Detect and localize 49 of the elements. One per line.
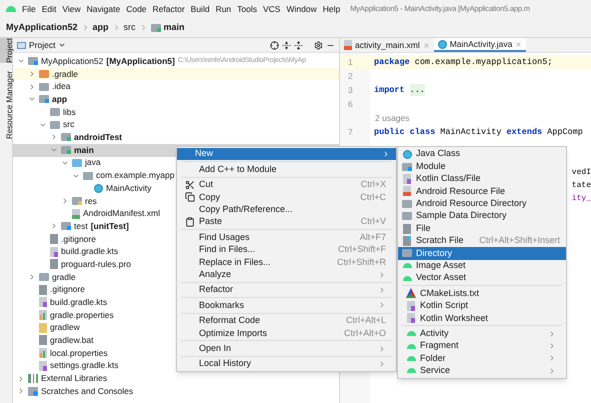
tree-item-label: Scratches and Consoles bbox=[41, 384, 134, 398]
code-line: package com.example.myapplication5; bbox=[373, 56, 552, 68]
tree-item-label: gradlew.bat bbox=[50, 334, 94, 347]
tree-item-label: proguard-rules.pro bbox=[61, 258, 131, 271]
shortcut-label: Ctrl+Alt+L bbox=[346, 314, 386, 328]
shortcut-label: Ctrl+Shift+R bbox=[336, 256, 386, 269]
code-fragment: tate bbox=[572, 180, 591, 192]
code-fragment: vedI bbox=[572, 167, 591, 179]
shortcut-label: Ctrl+Alt+O bbox=[344, 326, 386, 340]
tree-item-label: .gradle bbox=[52, 68, 78, 80]
tree-item-label: gradle.properties bbox=[50, 308, 114, 322]
tree-item-label: com.example.myapp bbox=[96, 169, 174, 182]
tree-item-label: .idea bbox=[52, 80, 70, 94]
tree-item-label: build.gradle.kts bbox=[61, 245, 118, 258]
code-line: import ... bbox=[373, 84, 425, 96]
tree-item-label: local.properties bbox=[50, 346, 108, 360]
tree-item-label: app bbox=[52, 93, 68, 106]
shortcut-label: Ctrl+C bbox=[360, 190, 386, 204]
tree-item-label: .gitignore bbox=[50, 283, 85, 296]
tree-item-label: AndroidManifest.xml bbox=[83, 207, 160, 220]
tree-item-label: test bbox=[74, 220, 88, 233]
line-number: 3 bbox=[347, 84, 354, 96]
tree-item-label: main bbox=[74, 144, 94, 157]
tree-item-label: src bbox=[63, 118, 74, 132]
code-fragment: ity_ bbox=[572, 193, 591, 205]
line-number: 6 bbox=[347, 98, 354, 110]
line-number: 7 bbox=[347, 126, 354, 138]
shortcut-label: Ctrl+Alt+Shift+Insert bbox=[479, 234, 560, 248]
line-number: 1 bbox=[347, 56, 354, 68]
code-line: public class MainActivity extends AppComp bbox=[373, 126, 583, 138]
shortcut-label: Alt+F7 bbox=[360, 230, 386, 244]
tree-item-label: MyApplication52 bbox=[41, 54, 104, 68]
tree-item-label: res bbox=[85, 194, 97, 208]
shortcut-label: Ctrl+V bbox=[360, 215, 386, 228]
shortcut-label: Ctrl+X bbox=[360, 178, 386, 192]
tree-item-tag: [MyApplication5] bbox=[106, 54, 175, 68]
shortcut-label: Ctrl+Shift+F bbox=[338, 243, 386, 256]
tree-item-label: settings.gradle.kts bbox=[50, 359, 119, 372]
line-number: 2 bbox=[347, 70, 354, 82]
tree-item-tag: [unitTest] bbox=[90, 220, 129, 233]
tree-item-label: java bbox=[85, 156, 101, 170]
tree-item-label: build.gradle.kts bbox=[50, 296, 108, 309]
tree-item-label: MainActivity bbox=[106, 182, 152, 195]
tree-item-label: External Libraries bbox=[41, 372, 108, 385]
tree-item-label: gradlew bbox=[50, 321, 80, 334]
tree-item-label: gradle bbox=[52, 270, 76, 284]
tree-item-label: libs bbox=[63, 106, 76, 118]
tree-item-label: .gitignore bbox=[61, 232, 96, 246]
tree-item-label: androidTest bbox=[74, 131, 122, 144]
